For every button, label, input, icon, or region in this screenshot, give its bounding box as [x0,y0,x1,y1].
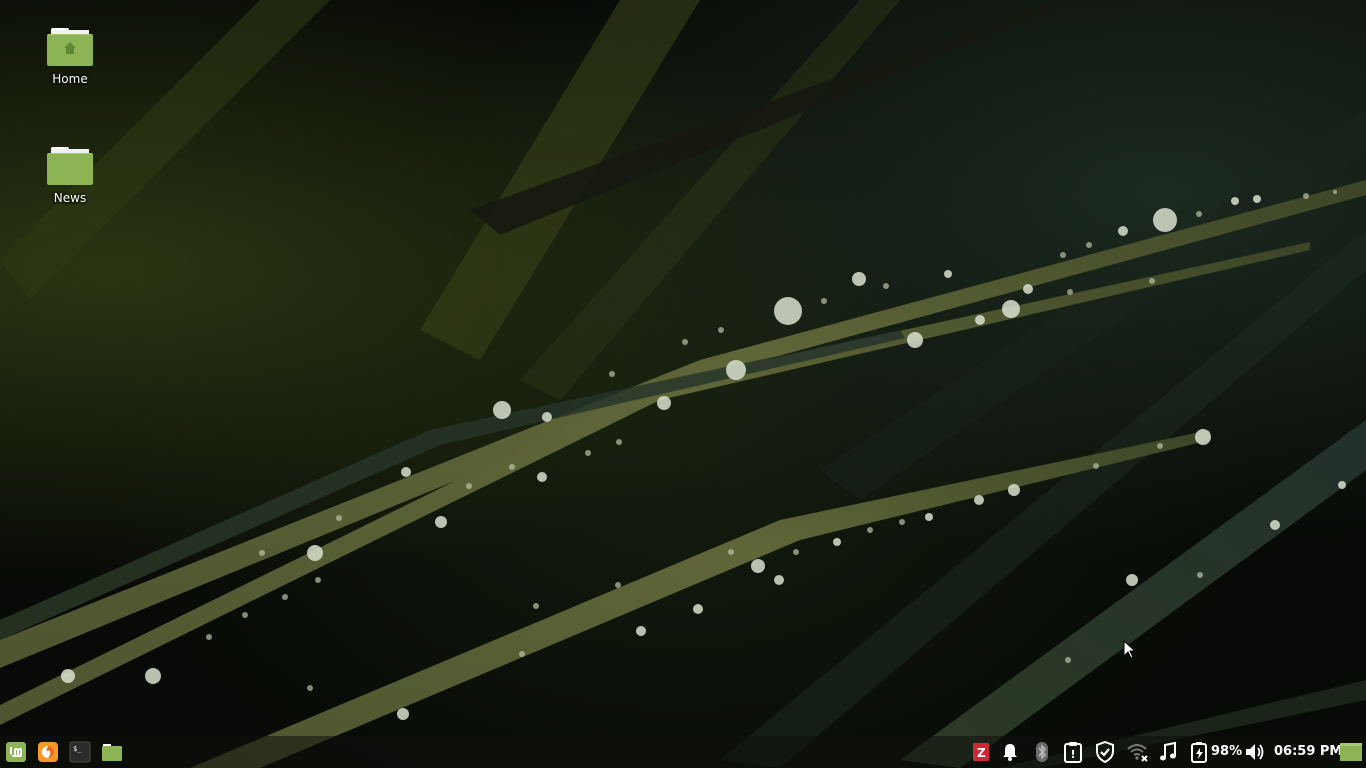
firewall-tray[interactable] [1094,740,1116,764]
home-folder-icon [47,28,93,66]
mouse-pointer-icon [1123,640,1137,659]
update-glyph: ! [1071,748,1076,761]
volume-tray[interactable] [1244,741,1266,763]
battery-percent[interactable]: 98% [1211,744,1242,759]
update-manager-tray[interactable]: ! [1062,741,1084,763]
power-tray[interactable] [1189,741,1211,763]
house-icon [64,42,76,54]
bluetooth-icon [1036,742,1048,762]
firefox-icon [38,742,58,762]
zotero-glyph: Z [977,746,986,760]
wifi-disconnected-icon [1127,744,1148,762]
show-desktop-button[interactable] [1340,741,1362,763]
volume-icon [1246,744,1264,760]
menu-button[interactable] [5,741,27,763]
battery-charging-icon [1191,742,1207,763]
folder-icon [47,147,93,185]
bluetooth-tray[interactable] [1031,741,1053,763]
desktop[interactable]: Home News $_ Z ! 98% 06:59 PM [0,0,1366,768]
bell-icon [1003,744,1017,761]
sound-applet-tray[interactable] [1157,741,1179,763]
terminal-icon: $_ [69,741,91,763]
desktop-icon-label: Home [52,72,88,86]
zotero-tray[interactable]: Z [970,741,992,763]
wallpaper-grass-with-raindrops [0,0,1366,768]
clipboard-icon: ! [1064,742,1082,763]
terminal-launcher[interactable]: $_ [69,741,91,763]
show-desktop-icon [1340,743,1362,761]
folder-icon [102,744,122,761]
notifications-tray[interactable] [999,741,1021,763]
desktop-icon-home[interactable]: Home [25,28,115,86]
music-icon [1160,741,1176,761]
mint-menu-icon [6,742,26,762]
files-launcher[interactable] [101,741,123,763]
shield-icon [1096,740,1114,764]
bottom-panel: $_ Z ! 98% 06:59 PM [0,736,1366,768]
firefox-launcher[interactable] [37,741,59,763]
desktop-icon-label: News [53,191,87,205]
network-tray[interactable] [1126,741,1148,763]
terminal-glyph: $_ [73,745,82,753]
zotero-icon: Z [973,743,989,761]
desktop-icon-news[interactable]: News [25,147,115,205]
clock[interactable]: 06:59 PM [1274,744,1342,759]
